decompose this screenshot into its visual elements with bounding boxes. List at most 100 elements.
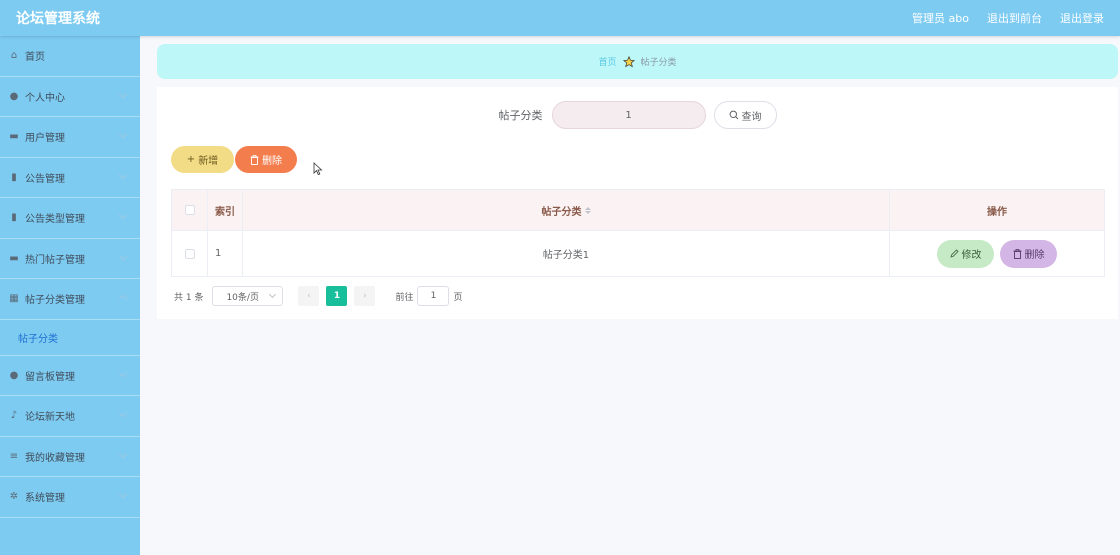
back-to-front-link[interactable]: 退出到前台 <box>987 10 1042 26</box>
top-bar: 论坛管理系统 管理员 abo 退出到前台 退出登录 <box>0 0 1120 36</box>
sidebar: ⌂ 首页 ● 个人中心 ▬ 用户管理 ▮ 公告管理 ▮ 公告类型管理 ▬ 热门帖… <box>0 36 140 555</box>
table-row: 1 帖子分类1 修改 删除 <box>172 230 1104 276</box>
sidebar-item-notices[interactable]: ▮ 公告管理 <box>0 158 140 198</box>
pagination-total: 共 1 条 <box>174 292 204 303</box>
header-category[interactable]: 帖子分类 <box>243 190 890 230</box>
header-category-label: 帖子分类 <box>541 206 582 218</box>
search-label: 帖子分类 <box>498 109 543 122</box>
sidebar-item-label: 我的收藏管理 <box>25 452 85 464</box>
trash-icon <box>1013 248 1021 259</box>
goto-page-input[interactable] <box>417 286 450 306</box>
sidebar-item-label: 首页 <box>25 52 45 64</box>
sort-icon[interactable] <box>584 206 591 214</box>
page-size-select[interactable]: 10条/页 <box>212 286 284 306</box>
edit-button[interactable]: 修改 <box>937 239 994 268</box>
chevron-down-icon <box>269 290 277 299</box>
chevron-down-icon <box>118 449 128 458</box>
sidebar-item-favorites[interactable]: ≡ 我的收藏管理 <box>0 437 140 477</box>
bar-chart-icon: ▮ <box>11 212 17 224</box>
print-icon: ▬ <box>9 252 19 264</box>
admin-user-label[interactable]: 管理员 abo <box>912 10 969 26</box>
row-index: 1 <box>208 231 243 276</box>
sidebar-item-label: 个人中心 <box>25 92 65 104</box>
breadcrumb: 首页 帖子分类 <box>157 44 1118 79</box>
grid-icon: ▦ <box>9 293 19 305</box>
page-unit-label: 页 <box>453 292 463 303</box>
header-index: 索引 <box>208 190 243 230</box>
sidebar-item-post-categories[interactable]: ▦ 帖子分类管理 <box>0 279 140 320</box>
sidebar-item-hot-posts[interactable]: ▬ 热门帖子管理 <box>0 239 140 279</box>
breadcrumb-current: 帖子分类 <box>640 58 677 68</box>
sidebar-item-profile[interactable]: ● 个人中心 <box>0 77 140 117</box>
sidebar-subitem-post-category[interactable]: 帖子分类 <box>0 320 140 356</box>
chevron-down-icon <box>118 89 128 98</box>
breadcrumb-home-link[interactable]: 首页 <box>598 55 616 68</box>
row-delete-button[interactable]: 删除 <box>1000 239 1057 268</box>
chevron-down-icon <box>118 489 128 499</box>
edit-icon <box>949 249 959 258</box>
add-button[interactable]: + 新增 <box>171 146 234 173</box>
table-header: 索引 帖子分类 操作 <box>172 190 1104 230</box>
home-icon: ⌂ <box>10 50 18 62</box>
settings-icon: ✲ <box>9 491 19 503</box>
user-icon: ● <box>9 369 19 381</box>
mic-icon: ♪ <box>10 410 18 422</box>
edit-button-label: 修改 <box>961 250 982 261</box>
sidebar-item-notice-types[interactable]: ▮ 公告类型管理 <box>0 198 140 239</box>
sidebar-item-forum[interactable]: ♪ 论坛新天地 <box>0 396 140 437</box>
sidebar-item-label: 公告类型管理 <box>25 214 85 226</box>
page-size-value: 10条/页 <box>226 292 259 303</box>
search-button[interactable]: 查询 <box>713 101 777 129</box>
content-panel: 帖子分类 查询 + 新增 删除 索引 帖子分类 <box>157 87 1118 319</box>
users-icon: ▬ <box>9 131 19 143</box>
sidebar-item-system[interactable]: ✲ 系统管理 <box>0 477 140 518</box>
row-checkbox[interactable] <box>184 248 195 259</box>
sidebar-item-label: 帖子分类管理 <box>25 295 85 307</box>
trash-icon <box>250 154 259 165</box>
sidebar-item-users[interactable]: ▬ 用户管理 <box>0 117 140 158</box>
chevron-down-icon <box>118 129 128 139</box>
row-category: 帖子分类1 <box>243 231 890 276</box>
chevron-down-icon <box>118 368 128 377</box>
add-button-label: 新增 <box>198 156 219 167</box>
sidebar-item-label: 系统管理 <box>25 493 65 505</box>
notice-icon: ▮ <box>11 171 17 183</box>
row-checkbox-cell <box>172 231 208 276</box>
chevron-down-icon <box>118 210 128 220</box>
search-input[interactable] <box>551 101 706 129</box>
sidebar-item-messages[interactable]: ● 留言板管理 <box>0 356 140 396</box>
next-page-button[interactable]: › <box>354 286 376 306</box>
bulk-delete-button[interactable]: 删除 <box>235 146 297 173</box>
row-ops: 修改 删除 <box>890 231 1104 276</box>
sidebar-item-home[interactable]: ⌂ 首页 <box>0 36 140 77</box>
category-table: 索引 帖子分类 操作 1 帖子分类1 修改 删除 <box>171 189 1105 277</box>
sidebar-item-label: 用户管理 <box>25 133 65 145</box>
prev-page-button[interactable]: ‹ <box>298 286 320 306</box>
mouse-cursor-icon <box>313 162 323 176</box>
app-title: 论坛管理系统 <box>16 11 100 27</box>
top-links: 管理员 abo 退出到前台 退出登录 <box>912 10 1104 26</box>
plus-icon: + <box>186 154 196 165</box>
search-icon <box>729 110 738 120</box>
sidebar-item-label: 热门帖子管理 <box>25 254 85 266</box>
select-all-checkbox[interactable] <box>184 205 195 215</box>
sidebar-item-label: 论坛新天地 <box>25 412 75 424</box>
chevron-up-icon <box>118 294 128 304</box>
user-icon: ● <box>9 90 19 102</box>
chevron-down-icon <box>118 251 128 260</box>
list-icon: ≡ <box>9 450 19 462</box>
chevron-down-icon <box>118 170 128 179</box>
goto-label: 前往 <box>395 292 414 303</box>
star-icon <box>622 55 635 67</box>
header-ops: 操作 <box>987 206 1007 218</box>
bulk-delete-label: 删除 <box>262 156 282 167</box>
page-number-current[interactable]: 1 <box>326 286 348 306</box>
row-delete-label: 删除 <box>1024 250 1045 261</box>
logout-link[interactable]: 退出登录 <box>1060 10 1104 26</box>
chevron-down-icon <box>118 408 128 418</box>
pagination: 共 1 条 10条/页 ‹ 1 › 前往 页 <box>174 286 462 306</box>
sidebar-item-label: 留言板管理 <box>25 371 75 383</box>
search-button-label: 查询 <box>741 111 762 123</box>
sidebar-item-label: 公告管理 <box>25 173 65 185</box>
search-form: 帖子分类 查询 <box>157 101 1118 129</box>
